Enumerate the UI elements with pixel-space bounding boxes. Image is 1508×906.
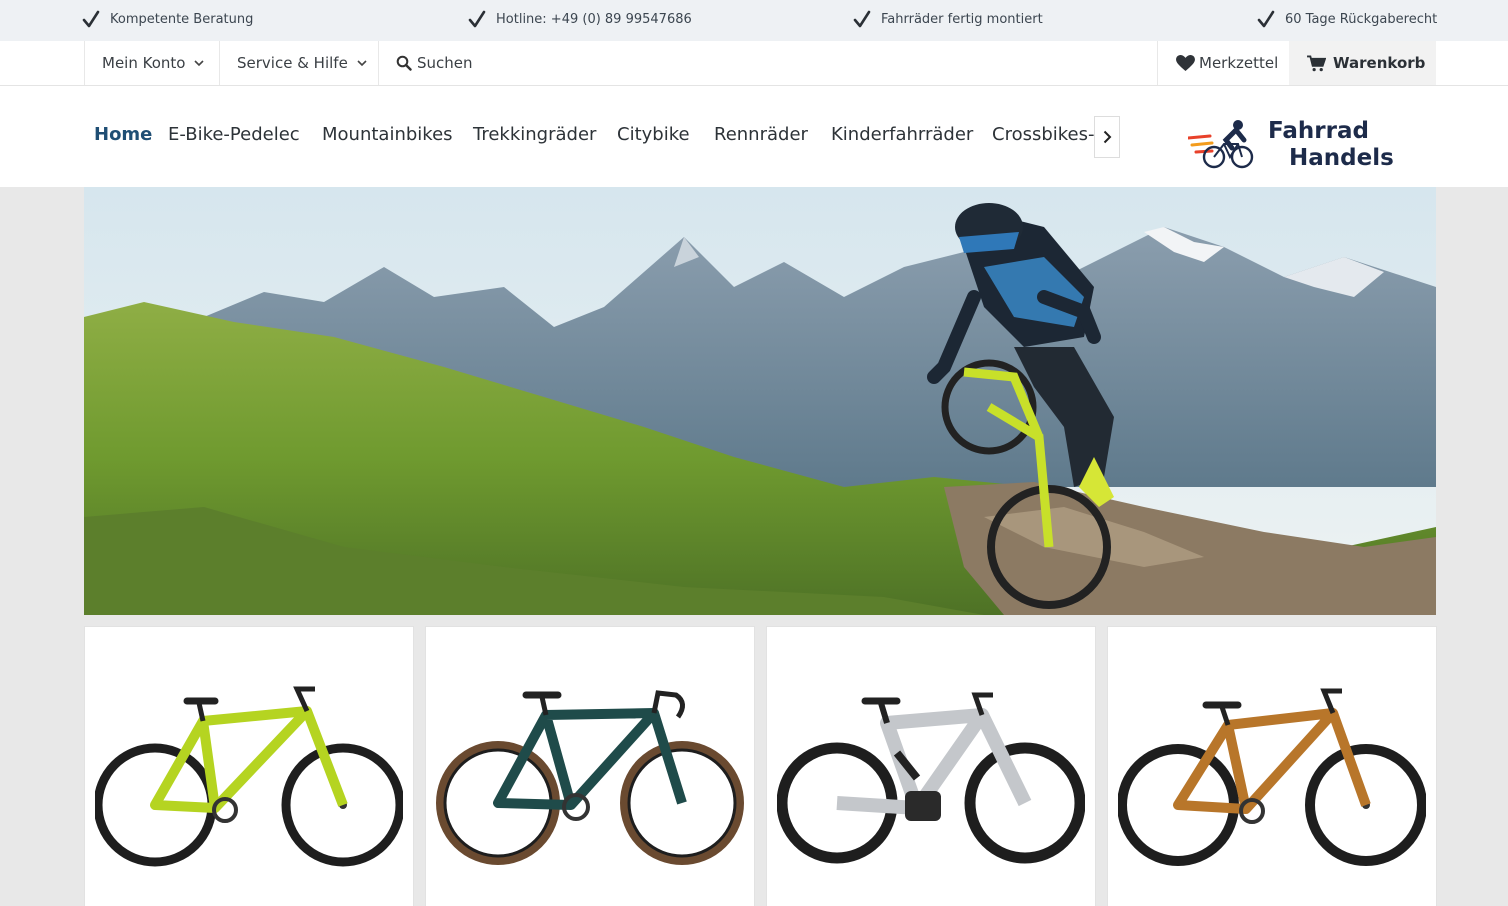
checkmark-icon bbox=[468, 9, 486, 29]
nav-item-mountainbikes[interactable]: Mountainbikes bbox=[322, 124, 453, 145]
product-card[interactable] bbox=[84, 626, 414, 906]
nav-item-rennraeder[interactable]: Rennräder bbox=[714, 124, 808, 145]
chevron-down-icon bbox=[357, 59, 367, 67]
usp-bar: Kompetente Beratung Hotline: +49 (0) 89 … bbox=[0, 0, 1508, 41]
checkmark-icon bbox=[853, 9, 871, 29]
nav-item-home[interactable]: Home bbox=[94, 124, 152, 145]
logo-line-2: Handels bbox=[1289, 145, 1394, 171]
cyclist-logo-icon bbox=[1186, 120, 1254, 169]
mountain-biker-banner-image bbox=[84, 187, 1436, 615]
search-button[interactable]: Suchen bbox=[380, 41, 580, 85]
usp-item: Hotline: +49 (0) 89 99547686 bbox=[468, 0, 692, 38]
wishlist-button[interactable]: Merkzettel bbox=[1157, 41, 1289, 85]
category-nav-list: Home E-Bike-Pedelec Mountainbikes Trekki… bbox=[84, 86, 1094, 187]
cart-label: Warenkorb bbox=[1333, 54, 1426, 72]
nav-scroll-right-button[interactable] bbox=[1094, 116, 1120, 158]
service-menu-button[interactable]: Service & Hilfe bbox=[219, 41, 379, 85]
usp-item: Fahrräder fertig montiert bbox=[853, 0, 1043, 38]
wishlist-label: Merkzettel bbox=[1199, 54, 1279, 72]
heart-icon bbox=[1176, 54, 1199, 72]
nav-item-citybike[interactable]: Citybike bbox=[617, 124, 690, 145]
search-icon bbox=[396, 55, 417, 71]
chevron-down-icon bbox=[194, 59, 205, 67]
e-mountainbike-silver-image bbox=[777, 692, 1085, 864]
chevron-right-icon bbox=[1103, 130, 1112, 144]
main-navigation: Home E-Bike-Pedelec Mountainbikes Trekki… bbox=[0, 86, 1508, 187]
nav-item-kinderfahrraeder[interactable]: Kinderfahrräder bbox=[831, 124, 973, 145]
logo-text: Fahrrad Handels bbox=[1268, 118, 1394, 172]
shop-logo[interactable]: Fahrrad Handels bbox=[1186, 116, 1418, 172]
usp-text: Fahrräder fertig montiert bbox=[881, 11, 1043, 27]
usp-text: 60 Tage Rückgaberecht bbox=[1285, 11, 1438, 27]
checkmark-icon bbox=[82, 9, 100, 29]
usp-text: Kompetente Beratung bbox=[110, 11, 254, 27]
product-card[interactable] bbox=[1107, 626, 1437, 906]
usp-text: Hotline: +49 (0) 89 99547686 bbox=[496, 11, 692, 27]
account-menu-button[interactable]: Mein Konto bbox=[84, 41, 219, 85]
logo-line-1: Fahrrad bbox=[1268, 118, 1369, 144]
product-card[interactable] bbox=[425, 626, 755, 906]
account-label: Mein Konto bbox=[102, 54, 186, 72]
hardtail-mountainbike-lime-image bbox=[95, 686, 403, 867]
hero-banner[interactable] bbox=[84, 187, 1436, 615]
hardtail-mountainbike-orange-image bbox=[1118, 688, 1426, 866]
cart-button[interactable]: Warenkorb bbox=[1289, 41, 1436, 85]
top-navigation: Mein Konto Service & Hilfe Suchen Merkze… bbox=[0, 41, 1508, 86]
nav-item-trekkingraeder[interactable]: Trekkingräder bbox=[473, 124, 596, 145]
product-card[interactable] bbox=[766, 626, 1096, 906]
nav-item-crossbikes[interactable]: Crossbikes-Fitnessbikes bbox=[992, 124, 1094, 145]
gravel-bike-teal-image bbox=[436, 690, 744, 865]
service-label: Service & Hilfe bbox=[237, 54, 348, 72]
usp-item: 60 Tage Rückgaberecht bbox=[1257, 0, 1437, 38]
checkmark-icon bbox=[1257, 9, 1275, 29]
cart-icon bbox=[1307, 54, 1333, 72]
search-label: Suchen bbox=[417, 54, 473, 72]
usp-item: Kompetente Beratung bbox=[82, 0, 253, 38]
nav-item-e-bike-pedelec[interactable]: E-Bike-Pedelec bbox=[168, 124, 300, 145]
product-grid bbox=[84, 626, 1437, 906]
